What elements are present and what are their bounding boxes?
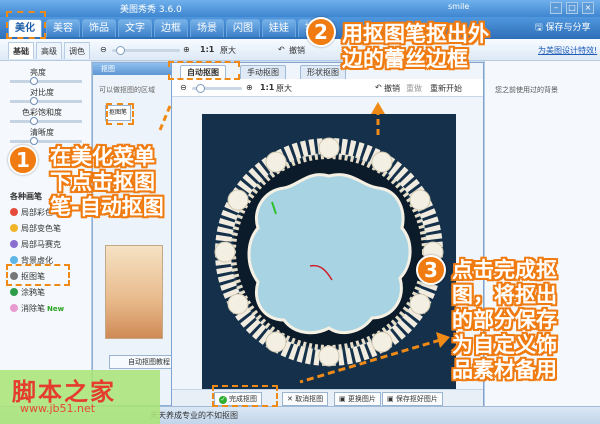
arrow-step2-head — [371, 102, 385, 114]
watermark-url: www.jb51.net — [20, 402, 96, 415]
step-3-text: 点击完成抠 图，将抠出 的部分保存 为自定义饰 品素材备用 — [452, 258, 557, 382]
step-1-badge: 1 — [8, 145, 38, 175]
step-1-text: 在美化菜单 下点击抠图 笔-自动抠图 — [50, 145, 164, 219]
site-watermark: 脚本之家 www.jb51.net — [0, 370, 160, 424]
step-3-badge: 3 — [416, 255, 446, 285]
arrow-step3-head — [436, 332, 450, 348]
step-2-badge: 2 — [306, 17, 336, 47]
arrow-step1 — [158, 105, 172, 131]
arrow-step3 — [299, 338, 441, 384]
step-2-text: 用抠图笔抠出外 边的蕾丝边框 — [342, 22, 489, 71]
